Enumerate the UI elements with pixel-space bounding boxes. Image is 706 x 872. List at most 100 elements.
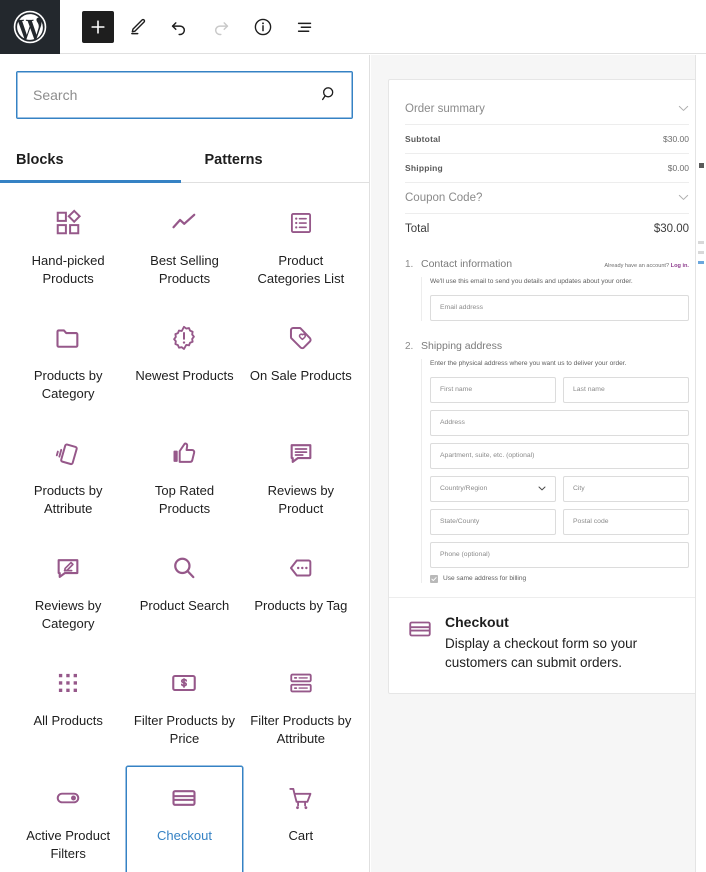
block-item-label: Hand-picked Products [31,253,105,286]
step-title: Contact information [421,258,513,270]
search-box[interactable] [16,71,353,119]
state-county-field[interactable]: State/County [430,508,556,535]
postal-code-field[interactable]: Postal code [563,508,689,535]
wordpress-logo-button[interactable] [0,0,60,54]
field-row: Country/Region City [430,475,689,509]
credit-card-icon [167,781,201,815]
field-placeholder: First name [440,386,473,394]
hand-picked-products-icon [51,206,85,240]
block-item-filter-products-by-attribute[interactable]: Filter Products by Attribute [243,651,359,766]
field-placeholder: City [573,485,585,493]
add-block-button[interactable] [82,10,114,43]
block-item-hand-picked-products[interactable]: Hand-picked Products [10,191,126,306]
field-placeholder: Postal code [573,518,609,526]
total-value: $30.00 [653,223,689,235]
search-input[interactable] [17,72,352,118]
block-item-on-sale-products[interactable]: On Sale Products [243,306,359,421]
login-prompt-text: Already have an account? [604,263,670,269]
list-view-button[interactable] [286,8,324,46]
block-inserter-panel: Blocks Patterns Hand-picked Products Best… [0,55,370,872]
summary-label: Shipping [405,163,443,173]
field-placeholder: Phone (optional) [440,551,490,559]
block-item-reviews-by-product[interactable]: Reviews by Product [243,421,359,536]
block-item-cart[interactable]: Cart [243,766,359,872]
country-region-select[interactable]: Country/Region [430,475,556,502]
field-placeholder: Country/Region [440,485,488,493]
chevron-down-icon [538,484,546,493]
block-item-checkout[interactable]: Checkout [126,766,243,872]
block-item-products-by-tag[interactable]: Products by Tag [243,536,359,651]
price-filter-icon [167,666,201,700]
on-sale-tag-icon [284,321,318,355]
block-item-filter-products-by-price[interactable]: Filter Products by Price [126,651,242,766]
block-item-label: Newest Products [135,368,234,383]
checkbox-checked-icon[interactable] [430,574,438,583]
address-field[interactable]: Address [430,409,689,436]
redo-button[interactable] [202,8,240,46]
review-edit-bubble-icon [51,551,85,585]
summary-value: $30.00 [663,134,689,144]
block-item-label: Products by Tag [254,598,348,613]
edit-tool-button[interactable] [118,8,156,46]
field-placeholder: Last name [573,386,605,394]
product-categories-list-icon [284,206,318,240]
summary-label: Subtotal [405,134,441,144]
total-label: Total [405,223,430,235]
email-field[interactable]: Email address [430,294,689,321]
summary-row-total: Total $30.00 [405,214,689,244]
login-link[interactable]: Log in. [671,263,689,269]
last-name-field[interactable]: Last name [563,376,689,403]
billing-address-checkbox-row[interactable]: Use same address for billing [430,574,689,583]
block-item-best-selling-products[interactable]: Best Selling Products [126,191,242,306]
step-body: Contact information Already have an accou… [421,258,689,328]
search-area [0,55,369,119]
block-item-label: Products by Category [33,368,103,401]
coupon-code-label: Coupon Code? [405,192,483,204]
block-item-label: Product Categories List [257,253,345,286]
checkout-mock: Order summary Subtotal $30.00 Shipping $… [389,80,705,244]
field-row: First name Last name [430,376,689,410]
block-item-active-product-filters[interactable]: Active Product Filters [10,766,126,872]
field-placeholder: State/County [440,518,480,526]
block-item-product-search[interactable]: Product Search [126,536,242,651]
block-item-label: Cart [288,828,314,843]
undo-button[interactable] [160,8,198,46]
checkout-steps: 1. Contact information Already have an acc… [389,244,705,597]
step-number: 2. [405,340,414,352]
step-description: Enter the physical address where you wan… [430,359,627,367]
thumbs-up-icon [167,436,201,470]
list-view-icon [294,16,316,38]
field-row: State/County Postal code [430,508,689,542]
summary-row-shipping: Shipping $0.00 [405,154,689,182]
step-content: We'll use this email to send you details… [421,277,689,321]
details-button[interactable] [244,8,282,46]
block-description-title: Checkout [445,613,509,630]
attribute-filter-icon [284,666,318,700]
tab-patterns[interactable]: Patterns [181,137,370,182]
products-by-attribute-icon [51,436,85,470]
login-prompt: Already have an account? Log in. [604,263,689,269]
block-item-top-rated-products[interactable]: Top Rated Products [126,421,242,536]
block-item-product-categories-list[interactable]: Product Categories List [243,191,359,306]
phone-field[interactable]: Phone (optional) [430,541,689,568]
order-summary-toggle[interactable]: Order summary [405,94,689,124]
block-item-products-by-attribute[interactable]: Products by Attribute [10,421,126,536]
block-grid: Hand-picked Products Best Selling Product… [0,183,369,872]
step-content: Enter the physical address where you wan… [421,358,689,583]
step-number: 1. [405,259,414,270]
tag-ellipsis-icon [284,551,318,585]
summary-value: $0.00 [667,163,689,173]
search-button[interactable] [316,82,342,108]
block-item-newest-products[interactable]: Newest Products [126,306,242,421]
tab-blocks[interactable]: Blocks [0,137,181,183]
order-summary-title: Order summary [405,103,485,115]
coupon-code-toggle[interactable]: Coupon Code? [405,183,689,213]
first-name-field[interactable]: First name [430,376,556,403]
block-item-reviews-by-category[interactable]: Reviews by Category [10,536,126,651]
inserter-tabs: Blocks Patterns [0,137,369,183]
editor-toolbar [0,0,706,54]
block-item-products-by-category[interactable]: Products by Category [10,306,126,421]
block-item-all-products[interactable]: All Products [10,651,126,766]
city-field[interactable]: City [563,475,689,502]
apartment-field[interactable]: Apartment, suite, etc. (optional) [430,442,689,469]
